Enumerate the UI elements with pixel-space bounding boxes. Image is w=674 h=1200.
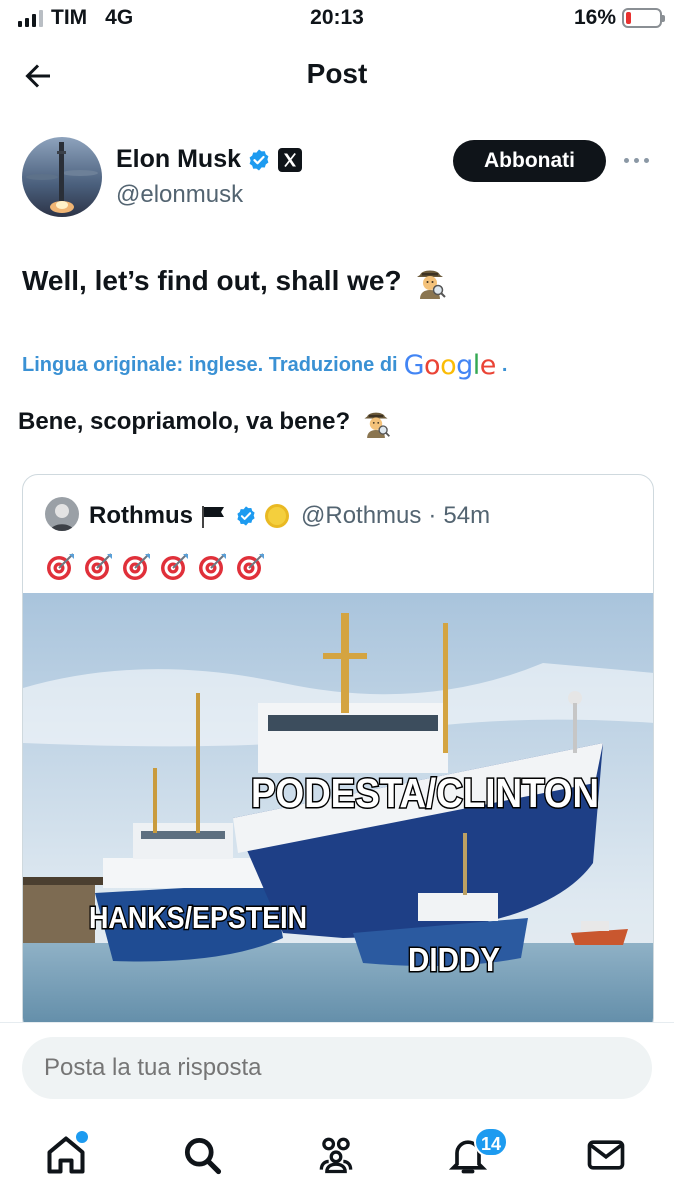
battery-percent: 16%: [573, 6, 616, 29]
quote-time: 54m: [443, 502, 491, 529]
gold-coin-icon: [265, 504, 289, 528]
translation-period: .: [501, 354, 508, 376]
quote-author-row[interactable]: Rothmus @Rothmus · 54m: [89, 502, 490, 530]
search-icon[interactable]: [180, 1133, 224, 1177]
direct-hit-icon: [47, 553, 74, 580]
subscribe-button[interactable]: Abbonati: [453, 140, 606, 182]
x-affiliate-icon: [278, 147, 303, 172]
quote-author-name[interactable]: Rothmus: [89, 502, 193, 530]
direct-hit-icon: [123, 553, 150, 580]
avatar[interactable]: [22, 137, 102, 217]
direct-hit-icon: [161, 553, 188, 580]
meme-label-medium-ship: HANKS/EPSTEIN: [89, 900, 307, 935]
top-nav: Post: [0, 44, 674, 108]
black-flag-icon: [202, 506, 224, 528]
meme-label-small-boat: DIDDY: [408, 941, 500, 978]
translated-text-row: Bene, scopriamolo, va bene?: [18, 406, 392, 438]
author-name-row[interactable]: Elon Musk: [116, 145, 303, 174]
status-right: 16%: [573, 6, 665, 30]
meme-image[interactable]: PODESTA/CLINTON HANKS/EPSTEIN DIDDY: [23, 593, 654, 1034]
author-handle[interactable]: @elonmusk: [116, 181, 243, 209]
detective-icon: [364, 412, 391, 438]
bottom-area: 14: [0, 1022, 674, 1200]
messages-icon[interactable]: [584, 1133, 628, 1177]
page-title: Post: [306, 58, 368, 89]
translation-label: Lingua originale: inglese. Traduzione di: [22, 354, 398, 376]
quote-separator: ·: [428, 502, 437, 529]
quoted-post[interactable]: Rothmus @Rothmus · 54m PODESTA/CLINTON H…: [22, 474, 654, 1034]
detective-icon: [416, 270, 446, 299]
quote-text-emojis: [45, 550, 267, 582]
tab-bar: 14: [0, 1123, 674, 1195]
verified-badge-icon: [249, 149, 269, 170]
post-text-row: Well, let’s find out, shall we?: [22, 263, 448, 299]
home-unread-dot: [76, 1131, 88, 1143]
reply-input[interactable]: [22, 1037, 652, 1099]
status-bar: TIM 4G 20:13 16%: [0, 0, 674, 38]
author-name[interactable]: Elon Musk: [116, 145, 241, 174]
direct-hit-icon: [199, 553, 226, 580]
meme-label-big-ship: PODESTA/CLINTON: [251, 770, 599, 816]
direct-hit-icon: [85, 553, 112, 580]
clock: 20:13: [310, 6, 364, 29]
battery-icon: [622, 8, 665, 28]
communities-icon[interactable]: [314, 1133, 358, 1177]
notifications-badge: 14: [474, 1127, 509, 1157]
quote-avatar[interactable]: [45, 497, 79, 531]
verified-badge-icon: [237, 506, 255, 526]
direct-hit-icon: [237, 553, 264, 580]
more-options-icon[interactable]: [624, 150, 654, 170]
translation-info[interactable]: Lingua originale: inglese. Traduzione di…: [22, 350, 507, 381]
quote-author-handle[interactable]: @Rothmus: [301, 502, 421, 530]
translated-text: Bene, scopriamolo, va bene?: [18, 408, 351, 435]
post-text: Well, let’s find out, shall we?: [22, 265, 402, 296]
google-logo: Google: [403, 350, 497, 381]
